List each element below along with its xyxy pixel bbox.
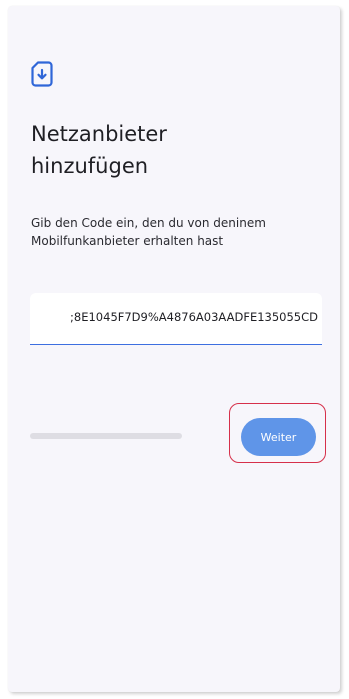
screen-card: Netzanbieter hinzufügen Gib den Code ein…	[8, 6, 340, 692]
sim-card-download-icon	[31, 61, 53, 87]
activation-code-value: ;8E1045F7D9%A4876A03AADFE135055CD	[70, 310, 318, 324]
page-title: Netzanbieter hinzufügen	[31, 122, 167, 178]
activation-code-input[interactable]: ;8E1045F7D9%A4876A03AADFE135055CD	[30, 293, 322, 345]
progress-bar	[30, 433, 182, 439]
instruction-text: Gib den Code ein, den du von deninem Mob…	[31, 216, 266, 248]
next-button[interactable]: Weiter	[241, 418, 316, 456]
